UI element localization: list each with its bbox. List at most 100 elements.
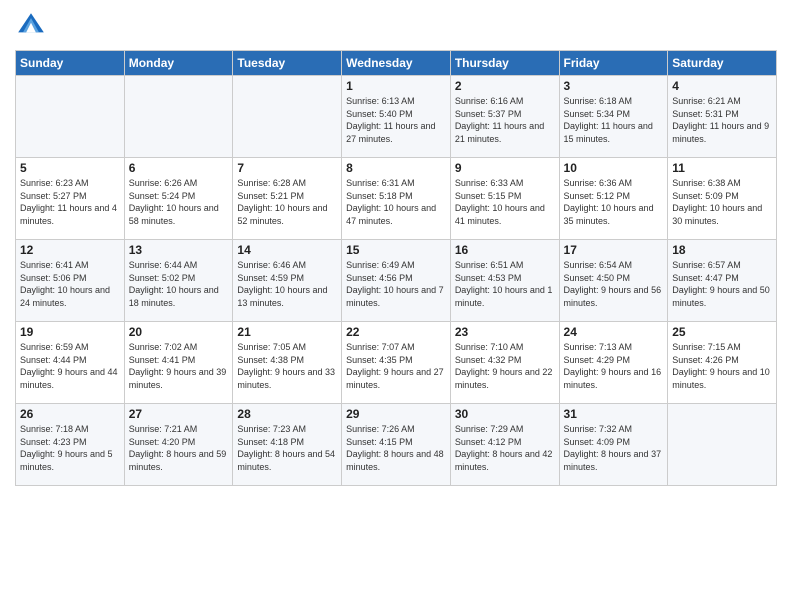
calendar-cell: 16 Sunrise: 6:51 AM Sunset: 4:53 PM Dayli… — [450, 240, 559, 322]
header — [15, 10, 777, 42]
day-number: 5 — [20, 161, 120, 175]
logo — [15, 10, 51, 42]
day-number: 10 — [564, 161, 664, 175]
calendar-cell: 25Sunrise: 7:15 AM Sunset: 4:26 PM Dayli… — [668, 322, 777, 404]
day-number: 26 — [20, 407, 120, 421]
cell-info: Sunrise: 7:13 AM Sunset: 4:29 PM Dayligh… — [564, 341, 664, 391]
cell-info: Sunrise: 6:54 AM Sunset: 4:50 PM Dayligh… — [564, 259, 664, 309]
cell-info: Sunrise: 6:28 AM Sunset: 5:21 PM Dayligh… — [237, 177, 337, 227]
weekday-header-saturday: Saturday — [668, 51, 777, 76]
day-number: 22 — [346, 325, 446, 339]
cell-info: Sunrise: 7:29 AM Sunset: 4:12 PM Dayligh… — [455, 423, 555, 473]
cell-info: Sunrise: 6:46 AM Sunset: 4:59 PM Dayligh… — [237, 259, 337, 309]
day-number: 25 — [672, 325, 772, 339]
calendar-cell: 11Sunrise: 6:38 AM Sunset: 5:09 PM Dayli… — [668, 158, 777, 240]
day-number: 1 — [346, 79, 446, 93]
calendar-cell: 4Sunrise: 6:21 AM Sunset: 5:31 PM Daylig… — [668, 76, 777, 158]
cell-info: Sunrise: 6:18 AM Sunset: 5:34 PM Dayligh… — [564, 95, 664, 145]
calendar-week-4: 19Sunrise: 6:59 AM Sunset: 4:44 PM Dayli… — [16, 322, 777, 404]
calendar-cell: 26Sunrise: 7:18 AM Sunset: 4:23 PM Dayli… — [16, 404, 125, 486]
calendar-cell: 30 Sunrise: 7:29 AM Sunset: 4:12 PM Dayli… — [450, 404, 559, 486]
cell-info: Sunrise: 6:26 AM Sunset: 5:24 PM Dayligh… — [129, 177, 229, 227]
weekday-header-monday: Monday — [124, 51, 233, 76]
cell-info: Sunrise: 6:33 AM Sunset: 5:15 PM Dayligh… — [455, 177, 555, 227]
day-number: 28 — [237, 407, 337, 421]
day-number: 24 — [564, 325, 664, 339]
calendar-cell: 7 Sunrise: 6:28 AM Sunset: 5:21 PM Daylig… — [233, 158, 342, 240]
day-number: 31 — [564, 407, 664, 421]
cell-info: Sunrise: 7:05 AM Sunset: 4:38 PM Dayligh… — [237, 341, 337, 391]
calendar-cell: 29Sunrise: 7:26 AM Sunset: 4:15 PM Dayli… — [342, 404, 451, 486]
day-number: 4 — [672, 79, 772, 93]
day-number: 30 — [455, 407, 555, 421]
weekday-header-friday: Friday — [559, 51, 668, 76]
day-number: 21 — [237, 325, 337, 339]
calendar-table: SundayMondayTuesdayWednesdayThursdayFrid… — [15, 50, 777, 486]
calendar-cell — [668, 404, 777, 486]
day-number: 7 — [237, 161, 337, 175]
day-number: 6 — [129, 161, 229, 175]
day-number: 2 — [455, 79, 555, 93]
day-number: 8 — [346, 161, 446, 175]
weekday-header-wednesday: Wednesday — [342, 51, 451, 76]
calendar-cell — [124, 76, 233, 158]
cell-info: Sunrise: 7:10 AM Sunset: 4:32 PM Dayligh… — [455, 341, 555, 391]
calendar-cell: 12 Sunrise: 6:41 AM Sunset: 5:06 PM Dayli… — [16, 240, 125, 322]
weekday-header-tuesday: Tuesday — [233, 51, 342, 76]
weekday-header-sunday: Sunday — [16, 51, 125, 76]
cell-info: Sunrise: 7:23 AM Sunset: 4:18 PM Dayligh… — [237, 423, 337, 473]
calendar-cell: 28 Sunrise: 7:23 AM Sunset: 4:18 PM Dayli… — [233, 404, 342, 486]
calendar-cell: 21 Sunrise: 7:05 AM Sunset: 4:38 PM Dayli… — [233, 322, 342, 404]
page: SundayMondayTuesdayWednesdayThursdayFrid… — [0, 0, 792, 612]
calendar-cell: 24 Sunrise: 7:13 AM Sunset: 4:29 PM Dayli… — [559, 322, 668, 404]
calendar-week-5: 26Sunrise: 7:18 AM Sunset: 4:23 PM Dayli… — [16, 404, 777, 486]
calendar-cell: 1Sunrise: 6:13 AM Sunset: 5:40 PM Daylig… — [342, 76, 451, 158]
calendar-cell — [16, 76, 125, 158]
calendar-cell: 15 Sunrise: 6:49 AM Sunset: 4:56 PM Dayli… — [342, 240, 451, 322]
calendar-week-1: 1Sunrise: 6:13 AM Sunset: 5:40 PM Daylig… — [16, 76, 777, 158]
cell-info: Sunrise: 6:31 AM Sunset: 5:18 PM Dayligh… — [346, 177, 446, 227]
calendar-cell: 20Sunrise: 7:02 AM Sunset: 4:41 PM Dayli… — [124, 322, 233, 404]
day-number: 16 — [455, 243, 555, 257]
cell-info: Sunrise: 6:41 AM Sunset: 5:06 PM Dayligh… — [20, 259, 120, 309]
cell-info: Sunrise: 6:44 AM Sunset: 5:02 PM Dayligh… — [129, 259, 229, 309]
day-number: 3 — [564, 79, 664, 93]
cell-info: Sunrise: 6:51 AM Sunset: 4:53 PM Dayligh… — [455, 259, 555, 309]
calendar-cell: 13Sunrise: 6:44 AM Sunset: 5:02 PM Dayli… — [124, 240, 233, 322]
calendar-cell: 5 Sunrise: 6:23 AM Sunset: 5:27 PM Daylig… — [16, 158, 125, 240]
cell-info: Sunrise: 6:59 AM Sunset: 4:44 PM Dayligh… — [20, 341, 120, 391]
calendar-cell: 3 Sunrise: 6:18 AM Sunset: 5:34 PM Daylig… — [559, 76, 668, 158]
calendar-cell: 14 Sunrise: 6:46 AM Sunset: 4:59 PM Dayli… — [233, 240, 342, 322]
calendar-cell: 18 Sunrise: 6:57 AM Sunset: 4:47 PM Dayli… — [668, 240, 777, 322]
cell-info: Sunrise: 6:23 AM Sunset: 5:27 PM Dayligh… — [20, 177, 120, 227]
day-number: 14 — [237, 243, 337, 257]
cell-info: Sunrise: 7:21 AM Sunset: 4:20 PM Dayligh… — [129, 423, 229, 473]
calendar-body: 1Sunrise: 6:13 AM Sunset: 5:40 PM Daylig… — [16, 76, 777, 486]
day-number: 11 — [672, 161, 772, 175]
calendar-cell — [233, 76, 342, 158]
calendar-cell: 9 Sunrise: 6:33 AM Sunset: 5:15 PM Daylig… — [450, 158, 559, 240]
day-number: 18 — [672, 243, 772, 257]
calendar-cell: 27 Sunrise: 7:21 AM Sunset: 4:20 PM Dayli… — [124, 404, 233, 486]
day-number: 23 — [455, 325, 555, 339]
calendar-week-3: 12 Sunrise: 6:41 AM Sunset: 5:06 PM Dayli… — [16, 240, 777, 322]
calendar-header: SundayMondayTuesdayWednesdayThursdayFrid… — [16, 51, 777, 76]
day-number: 27 — [129, 407, 229, 421]
day-number: 9 — [455, 161, 555, 175]
cell-info: Sunrise: 6:36 AM Sunset: 5:12 PM Dayligh… — [564, 177, 664, 227]
day-number: 12 — [20, 243, 120, 257]
calendar-cell: 22Sunrise: 7:07 AM Sunset: 4:35 PM Dayli… — [342, 322, 451, 404]
cell-info: Sunrise: 7:26 AM Sunset: 4:15 PM Dayligh… — [346, 423, 446, 473]
day-number: 20 — [129, 325, 229, 339]
calendar-cell: 6 Sunrise: 6:26 AM Sunset: 5:24 PM Daylig… — [124, 158, 233, 240]
weekday-header-thursday: Thursday — [450, 51, 559, 76]
calendar-week-2: 5 Sunrise: 6:23 AM Sunset: 5:27 PM Daylig… — [16, 158, 777, 240]
day-number: 17 — [564, 243, 664, 257]
cell-info: Sunrise: 7:32 AM Sunset: 4:09 PM Dayligh… — [564, 423, 664, 473]
day-number: 15 — [346, 243, 446, 257]
cell-info: Sunrise: 6:16 AM Sunset: 5:37 PM Dayligh… — [455, 95, 555, 145]
cell-info: Sunrise: 6:57 AM Sunset: 4:47 PM Dayligh… — [672, 259, 772, 309]
calendar-cell: 23 Sunrise: 7:10 AM Sunset: 4:32 PM Dayli… — [450, 322, 559, 404]
cell-info: Sunrise: 6:49 AM Sunset: 4:56 PM Dayligh… — [346, 259, 446, 309]
logo-icon — [15, 10, 47, 42]
